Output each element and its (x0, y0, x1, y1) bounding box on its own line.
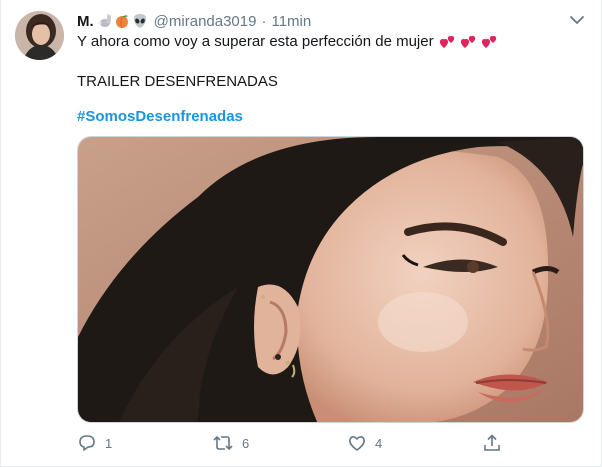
header-separator: · (261, 12, 267, 30)
chevron-down-icon[interactable] (568, 13, 586, 27)
tweet-header: M. @miranda3019 · 11min (77, 12, 311, 30)
avatar-image (15, 11, 64, 60)
reply-button[interactable]: 1 (77, 432, 112, 454)
peach-emoji-icon (115, 15, 128, 29)
tweet-media-photo[interactable] (77, 136, 584, 423)
two-hearts-emoji-icon (460, 35, 475, 48)
reply-icon (79, 435, 95, 451)
rabbit-emoji-icon (98, 14, 111, 27)
avatar[interactable] (15, 11, 64, 60)
frame-left-border (0, 0, 1, 467)
like-count: 4 (375, 435, 383, 451)
tweet-text-line-2: TRAILER DESENFRENADAS (77, 73, 278, 90)
like-button[interactable]: 4 (347, 432, 382, 454)
heart-icon (349, 436, 365, 451)
two-hearts-emoji-icon (439, 35, 454, 48)
tweet-actions: 1 6 4 (77, 432, 507, 454)
reply-count: 1 (105, 435, 113, 451)
woman-face-photo (78, 137, 583, 422)
retweet-icon (213, 435, 233, 451)
author-display-name[interactable]: M. (77, 13, 94, 30)
two-hearts-emoji-icon (481, 35, 496, 48)
tweet-text-line-1: Y ahora como voy a superar esta perfecci… (77, 32, 499, 52)
heart-emojis (439, 34, 499, 50)
hashtag-link[interactable]: #SomosDesenfrenadas (77, 108, 243, 125)
retweet-button[interactable]: 6 (212, 432, 249, 454)
alien-emoji-icon (133, 14, 146, 28)
share-button[interactable] (482, 432, 502, 454)
author-handle[interactable]: @miranda3019 (154, 13, 257, 30)
share-icon (484, 434, 500, 451)
tweet-text: Y ahora como voy a superar esta perfecci… (77, 33, 434, 50)
retweet-count: 6 (242, 435, 250, 451)
tweet-timestamp[interactable]: 11min (271, 13, 311, 30)
